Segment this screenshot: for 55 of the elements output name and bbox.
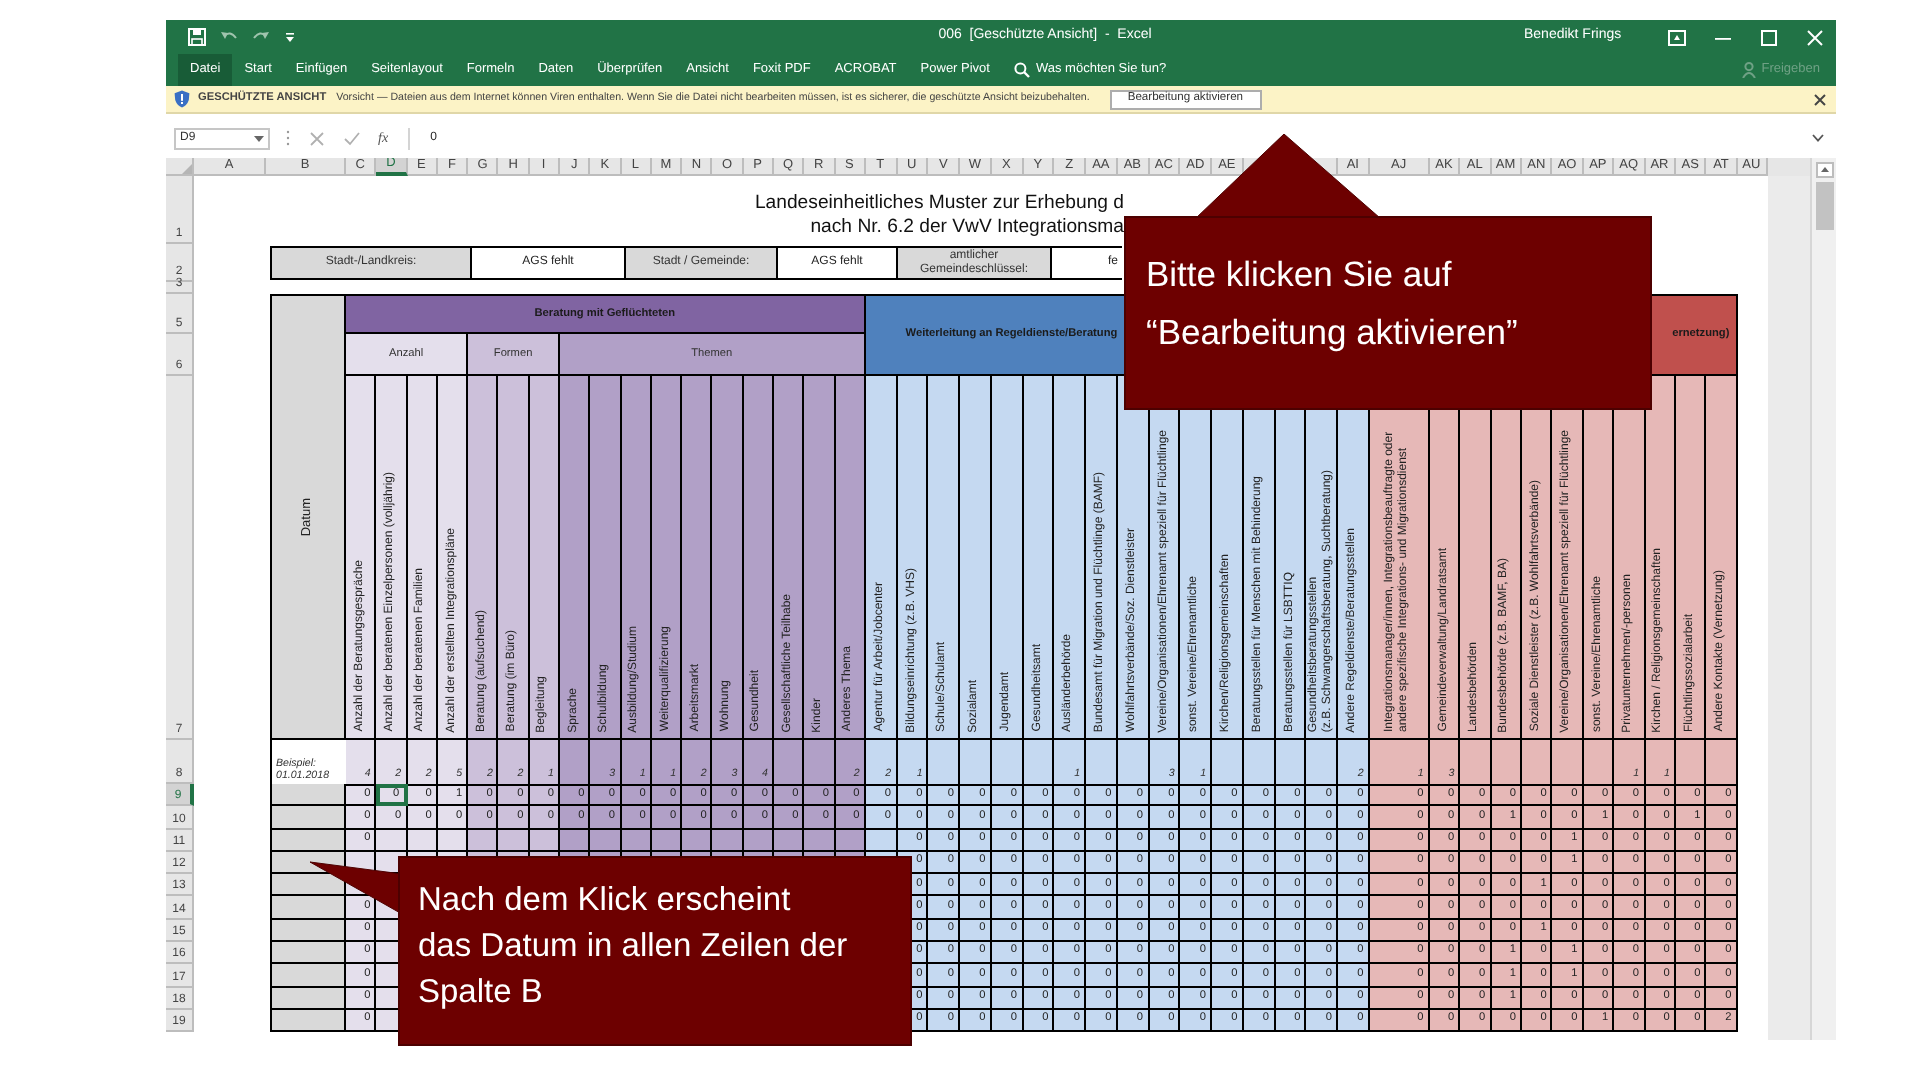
chevron-icon[interactable] (1812, 134, 1824, 142)
table-cell (1306, 740, 1339, 784)
table-cell (376, 829, 408, 852)
table-cell (928, 740, 961, 784)
scrollbar[interactable] (1810, 158, 1836, 1040)
customize-icon[interactable] (284, 31, 296, 43)
table-cell (1460, 740, 1492, 784)
search-icon[interactable] (1013, 62, 1030, 78)
table-cell (468, 829, 499, 852)
table-cell (270, 1009, 346, 1033)
table-cell (1275, 740, 1307, 784)
table-cell (559, 740, 591, 784)
table-cell (1491, 740, 1522, 784)
table-cell (773, 740, 805, 784)
check-icon[interactable] (344, 131, 360, 145)
table-cell (1212, 740, 1244, 784)
table-cell (270, 896, 346, 920)
table-cell (270, 964, 346, 988)
scroll-up-icon[interactable] (1815, 162, 1833, 178)
table-cell (270, 942, 346, 965)
table-cell (1023, 740, 1055, 784)
table-cell (804, 829, 835, 852)
table-cell (682, 829, 713, 852)
callout-pointer (306, 858, 402, 918)
ribbon-display-icon[interactable] (1668, 29, 1686, 45)
table-cell (960, 740, 992, 784)
table-cell (1521, 740, 1553, 784)
table-cell (270, 874, 346, 897)
table-cell (270, 987, 346, 1010)
save-icon[interactable] (188, 28, 206, 46)
table-cell (270, 806, 346, 830)
scrollbar-thumb[interactable] (1815, 182, 1833, 230)
table-cell (1675, 740, 1707, 784)
sheet-title: nach Nr. 6.2 der VwV Integrationsma (808, 216, 1124, 240)
redo-icon[interactable] (252, 30, 270, 44)
table-cell (712, 829, 744, 852)
table-cell (1243, 740, 1276, 784)
shield-icon (174, 90, 190, 108)
table-cell (1706, 740, 1738, 784)
table-cell (270, 829, 346, 852)
table-cell (991, 740, 1024, 784)
table-cell (1583, 740, 1615, 784)
table-cell (1086, 740, 1118, 784)
close-icon[interactable] (1814, 93, 1826, 105)
table-cell (1552, 740, 1584, 784)
callout: Nach dem Klick erscheint das Datum in allen Zeilen der Spalte B (398, 856, 912, 1046)
table-cell (270, 919, 346, 943)
undo-icon[interactable] (220, 30, 238, 44)
maximize-icon[interactable] (1760, 29, 1778, 45)
table-cell (804, 740, 835, 784)
table-cell (590, 829, 622, 852)
sheet-title: Landeseinheitliches Muster zur Erhebung d (752, 192, 1124, 216)
table-cell (1117, 740, 1150, 784)
caret-icon[interactable] (254, 135, 264, 141)
table-cell (498, 829, 530, 852)
